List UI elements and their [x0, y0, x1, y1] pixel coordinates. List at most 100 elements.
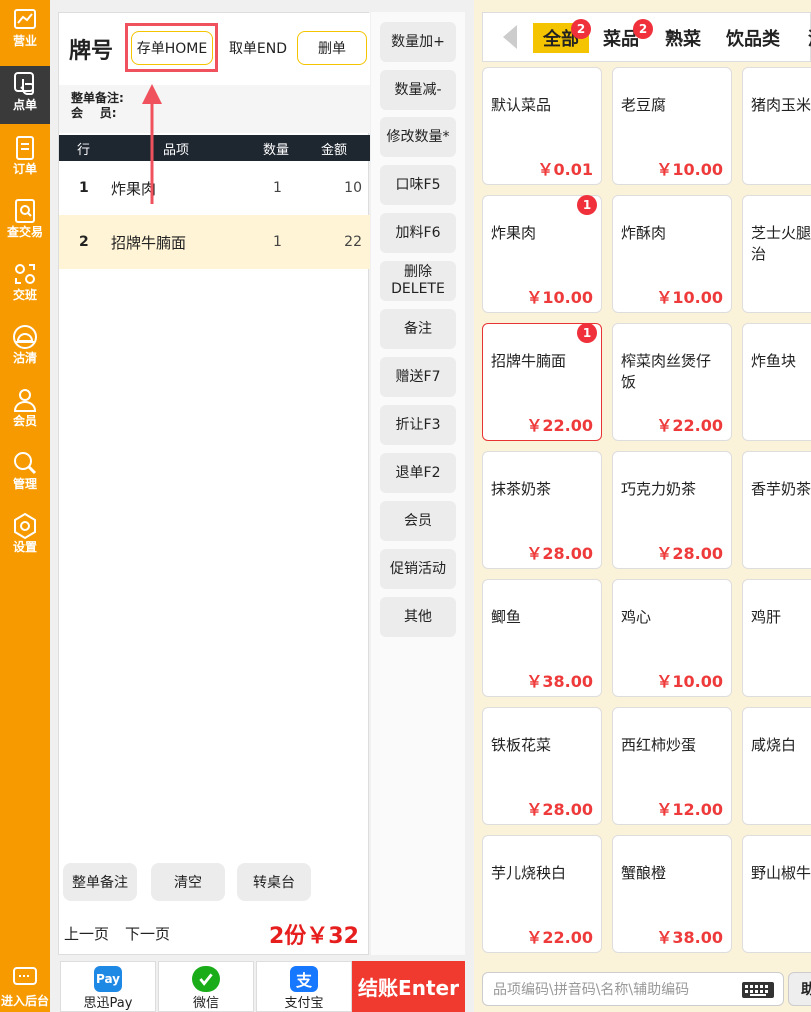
- delete-item-button[interactable]: 删除 DELETE: [380, 261, 456, 301]
- menu-item-price: ￥10.00: [656, 672, 723, 691]
- nav-backend[interactable]: 进入后台: [0, 962, 50, 1012]
- menu-item-card[interactable]: 鸡肝￥: [742, 579, 811, 697]
- modify-qty-button[interactable]: 修改数量*: [380, 117, 456, 157]
- menu-item-name: 鸡肝: [751, 608, 782, 626]
- nav-item-transactions[interactable]: 查交易: [0, 193, 50, 251]
- document-icon: [16, 136, 34, 160]
- menu-item-card[interactable]: 芝士火腿三明治￥: [742, 195, 811, 313]
- transfer-table-button[interactable]: 转桌台: [237, 863, 311, 901]
- alipay-icon: 支: [290, 966, 318, 992]
- menu-item-card[interactable]: 猪肉玉米￥: [742, 67, 811, 185]
- checkout-button[interactable]: 结账Enter: [352, 961, 465, 1012]
- prev-page-link[interactable]: 上一页: [64, 923, 109, 944]
- menu-item-card[interactable]: 老豆腐 ￥10.00: [612, 67, 732, 185]
- nav-label: 会员: [12, 414, 37, 428]
- nav-item-manage[interactable]: 管理: [0, 445, 50, 503]
- menu-item-price: ￥22.00: [656, 416, 723, 435]
- menu-item-qty-badge: 1: [577, 323, 597, 343]
- remark-button[interactable]: 备注: [380, 309, 456, 349]
- nav-item-settings[interactable]: 设置: [0, 508, 50, 566]
- discount-button[interactable]: 折让F3: [380, 405, 456, 445]
- order-header: 牌号 存单HOME 取单END 删单: [59, 13, 370, 85]
- search-input[interactable]: 品项编码\拼音码\名称\辅助编码: [482, 972, 784, 1006]
- nav-item-orders[interactable]: 订单: [0, 130, 50, 188]
- menu-item-card[interactable]: 鲫鱼 ￥38.00: [482, 579, 602, 697]
- col-amount: 金额: [321, 142, 348, 158]
- nav-item-order[interactable]: 点单: [0, 66, 50, 124]
- menu-item-name: 炸酥肉: [621, 224, 667, 242]
- order-meta: 整单备注: 会 员:: [59, 85, 370, 133]
- order-table-header: 行 品项 数量 金额: [59, 135, 370, 161]
- chevron-left-icon[interactable]: [503, 25, 517, 49]
- menu-item-card[interactable]: 炸酥肉 ￥10.00: [612, 195, 732, 313]
- menu-item-name: 芝士火腿三明治: [751, 224, 811, 263]
- menu-item-card[interactable]: 招牌牛腩面 ￥22.00 1: [482, 323, 602, 441]
- gear-icon: [14, 512, 36, 540]
- search-button[interactable]: 助: [788, 972, 811, 1006]
- menu-item-card[interactable]: 芋儿烧秧白 ￥22.00: [482, 835, 602, 953]
- other-button[interactable]: 其他: [380, 597, 456, 637]
- fetch-order-button[interactable]: 取单END: [219, 31, 297, 65]
- promotion-button[interactable]: 促销活动: [380, 549, 456, 589]
- table-row[interactable]: 1 炸果肉 1 10: [59, 161, 370, 215]
- pay-alipay-button[interactable]: 支 支付宝: [256, 961, 352, 1012]
- menu-item-name: 鸡心: [621, 608, 652, 626]
- menu-item-price: ￥10.00: [526, 288, 593, 307]
- member-button[interactable]: 会员: [380, 501, 456, 541]
- menu-item-name: 猪肉玉米: [751, 96, 811, 114]
- menu-item-name: 榨菜肉丝煲仔饭: [621, 352, 712, 391]
- tab-label: 熟菜: [665, 29, 701, 50]
- order-remark-button[interactable]: 整单备注: [63, 863, 137, 901]
- addon-button[interactable]: 加料F6: [380, 213, 456, 253]
- nav-item-soldout[interactable]: 沽清: [0, 319, 50, 377]
- menu-item-card[interactable]: 铁板花菜 ￥28.00: [482, 707, 602, 825]
- nav-label: 订单: [12, 162, 37, 176]
- tab-wine[interactable]: 酒: [798, 23, 811, 53]
- menu-item-card[interactable]: 默认菜品 ￥0.01: [482, 67, 602, 185]
- nav-item-member[interactable]: 会员: [0, 382, 50, 440]
- taste-button[interactable]: 口味F5: [380, 165, 456, 205]
- menu-item-card[interactable]: 香芋奶茶￥: [742, 451, 811, 569]
- member-label: 会 员:: [71, 106, 117, 120]
- menu-item-name: 野山椒牛: [751, 864, 811, 882]
- menu-item-name: 巧克力奶茶: [621, 480, 697, 498]
- menu-item-card[interactable]: 蟹酿橙 ￥38.00: [612, 835, 732, 953]
- nav-label: 进入后台: [0, 994, 49, 1008]
- menu-item-card[interactable]: 榨菜肉丝煲仔饭 ￥22.00: [612, 323, 732, 441]
- menu-item-card[interactable]: 炸果肉 ￥10.00 1: [482, 195, 602, 313]
- menu-item-card[interactable]: 野山椒牛￥: [742, 835, 811, 953]
- chart-icon: [14, 9, 36, 29]
- qty-plus-button[interactable]: 数量加+: [380, 22, 456, 62]
- nav-item-business[interactable]: 营业: [0, 2, 50, 60]
- pay-sixun-button[interactable]: Pay 思迅Pay: [60, 961, 156, 1012]
- table-row[interactable]: 2 招牌牛腩面 1 22: [59, 215, 370, 269]
- menu-item-card[interactable]: 咸烧白￥: [742, 707, 811, 825]
- menu-item-price: ￥12.00: [656, 800, 723, 819]
- menu-item-card[interactable]: 炸鱼块￥: [742, 323, 811, 441]
- menu-item-card[interactable]: 鸡心 ￥10.00: [612, 579, 732, 697]
- tab-drinks[interactable]: 饮品类: [716, 23, 790, 53]
- menu-item-card[interactable]: 巧克力奶茶 ￥28.00: [612, 451, 732, 569]
- nav-item-shift[interactable]: 交班: [0, 256, 50, 314]
- menu-item-name: 招牌牛腩面: [491, 352, 567, 370]
- next-page-link[interactable]: 下一页: [125, 923, 170, 944]
- refund-button[interactable]: 退单F2: [380, 453, 456, 493]
- menu-item-card[interactable]: 西红柿炒蛋 ￥12.00: [612, 707, 732, 825]
- action-column: 数量加+ 数量减- 修改数量* 口味F5 加料F6 删除 DELETE 备注 赠…: [371, 12, 465, 955]
- category-tabs: 全部 2 菜品 2 熟菜 饮品类 酒: [482, 12, 811, 62]
- delete-order-button[interactable]: 删单: [297, 31, 367, 65]
- col-row: 行: [77, 142, 91, 158]
- store-order-button[interactable]: 存单HOME: [131, 31, 213, 65]
- touch-icon: [14, 72, 34, 95]
- menu-item-price: ￥28.00: [656, 544, 723, 563]
- gift-button[interactable]: 赠送F7: [380, 357, 456, 397]
- menu-item-card[interactable]: 抹茶奶茶 ￥28.00: [482, 451, 602, 569]
- pay-wechat-button[interactable]: 微信: [158, 961, 254, 1012]
- qty-minus-button[interactable]: 数量减-: [380, 70, 456, 110]
- nav-label: 交班: [12, 288, 37, 302]
- pay-label: 微信: [192, 996, 219, 1011]
- keyboard-icon[interactable]: [741, 981, 775, 999]
- clear-button[interactable]: 清空: [151, 863, 225, 901]
- nav-label: 点单: [12, 98, 37, 112]
- tab-cooked[interactable]: 熟菜: [655, 23, 711, 53]
